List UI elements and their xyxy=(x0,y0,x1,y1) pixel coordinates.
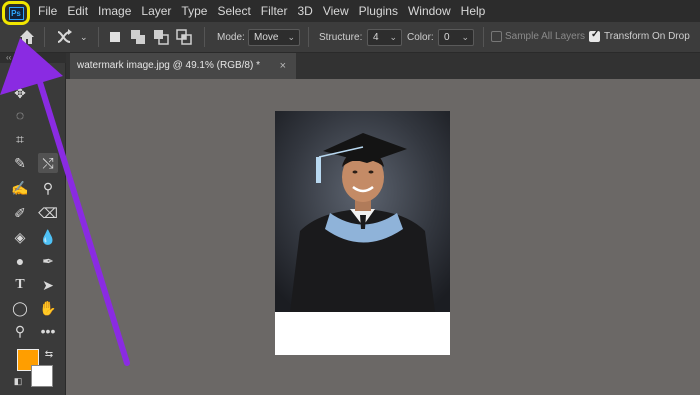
blur-tool-icon[interactable]: 💧 xyxy=(38,227,58,247)
menu-items: File Edit Image Layer Type Select Filter… xyxy=(33,3,490,19)
new-selection-icon[interactable] xyxy=(106,28,124,46)
move-tool-icon[interactable]: ✥ xyxy=(10,83,30,103)
menu-3d[interactable]: 3D xyxy=(292,3,317,19)
menu-view[interactable]: View xyxy=(318,3,354,19)
transform-on-drop-label: Transform On Drop xyxy=(604,31,690,42)
clone-stamp-tool-icon[interactable]: ⚲ xyxy=(38,178,58,198)
default-colors-icon[interactable]: ◧ xyxy=(12,375,24,387)
eyedropper-tool-icon[interactable]: ✎ xyxy=(10,153,30,173)
mode-select[interactable]: Move ⌄ xyxy=(248,29,300,46)
separator xyxy=(204,27,205,47)
separator xyxy=(44,27,45,47)
separator xyxy=(98,27,99,47)
separator xyxy=(483,27,484,47)
background-color-swatch[interactable] xyxy=(31,365,53,387)
crop-tool-icon[interactable]: ⌗ xyxy=(10,129,30,149)
brush-tool-icon[interactable]: ✍ xyxy=(10,178,30,198)
dodge-tool-icon[interactable]: ● xyxy=(10,251,30,271)
color-value: 0 xyxy=(444,32,450,43)
options-bar: ⌄ Mode: Move ⌄ Structure: 4 ⌄ Color: 0 ⌄ xyxy=(0,22,700,53)
menu-window[interactable]: Window xyxy=(403,3,456,19)
sample-all-layers-checkbox[interactable] xyxy=(491,31,502,42)
path-selection-tool-icon[interactable]: ➤ xyxy=(38,275,58,295)
menu-image[interactable]: Image xyxy=(93,3,136,19)
tools-panel: ‹‹ ✥ ◌ ⌗ ✎ ⤭ ✍ ⚲ ✐ ⌫ ◈ 💧 ● ✒ T ➤ ◯ ✋ ⚲ •… xyxy=(0,53,66,395)
document-canvas[interactable] xyxy=(275,111,450,355)
menu-edit[interactable]: Edit xyxy=(62,3,93,19)
transform-on-drop-checkbox[interactable] xyxy=(589,29,600,42)
eraser-tool-icon[interactable]: ⌫ xyxy=(38,203,58,223)
color-select[interactable]: 0 ⌄ xyxy=(438,29,474,46)
zoom-tool-icon[interactable]: ⚲ xyxy=(10,321,30,341)
type-tool-icon[interactable]: T xyxy=(10,275,30,295)
close-icon[interactable]: × xyxy=(280,53,286,79)
menu-type[interactable]: Type xyxy=(176,3,212,19)
document-tab-title: watermark image.jpg @ 49.1% (RGB/8) * xyxy=(77,60,260,71)
menu-plugins[interactable]: Plugins xyxy=(354,3,403,19)
chevron-down-icon: ⌄ xyxy=(461,32,469,42)
color-label: Color: xyxy=(407,32,434,43)
subtract-from-selection-icon[interactable] xyxy=(152,28,170,46)
add-to-selection-icon[interactable] xyxy=(129,28,147,46)
structure-select[interactable]: 4 ⌄ xyxy=(367,29,402,46)
home-icon[interactable] xyxy=(18,28,36,46)
paint-bucket-tool-icon[interactable]: ◈ xyxy=(10,227,30,247)
structure-label: Structure: xyxy=(319,32,363,43)
hand-tool-icon[interactable]: ✋ xyxy=(38,298,58,318)
menu-help[interactable]: Help xyxy=(456,3,491,19)
menu-filter[interactable]: Filter xyxy=(256,3,293,19)
structure-value: 4 xyxy=(373,32,379,43)
menu-layer[interactable]: Layer xyxy=(136,3,176,19)
ellipse-tool-icon[interactable]: ◯ xyxy=(10,298,30,318)
history-brush-tool-icon[interactable]: ✐ xyxy=(10,203,30,223)
document-tab-bar: watermark image.jpg @ 49.1% (RGB/8) * × xyxy=(66,53,700,79)
mode-value: Move xyxy=(254,32,279,43)
content-aware-move-tool-icon[interactable] xyxy=(56,28,74,46)
menu-bar: Ps File Edit Image Layer Type Select Fil… xyxy=(0,0,700,25)
chevron-down-icon: ⌄ xyxy=(389,32,397,42)
menu-file[interactable]: File xyxy=(33,3,62,19)
photoshop-logo-icon[interactable]: Ps xyxy=(8,6,24,20)
chevron-down-icon: ⌄ xyxy=(287,32,295,42)
sample-all-layers-label: Sample All Layers xyxy=(505,31,586,42)
graduate-portrait-photo xyxy=(275,111,450,312)
document-tab[interactable]: watermark image.jpg @ 49.1% (RGB/8) * × xyxy=(70,53,296,79)
collapse-panel-button[interactable]: ‹‹ xyxy=(0,53,66,63)
menu-select[interactable]: Select xyxy=(212,3,255,19)
separator xyxy=(308,27,309,47)
more-tools-icon[interactable]: ••• xyxy=(38,321,58,341)
content-aware-move-tool-icon[interactable]: ⤭ xyxy=(38,153,58,173)
mode-label: Mode: xyxy=(217,32,245,43)
tool-preset-chevron-icon[interactable]: ⌄ xyxy=(80,30,88,44)
lasso-tool-icon[interactable]: ◌ xyxy=(10,105,30,125)
pen-tool-icon[interactable]: ✒ xyxy=(38,251,58,271)
swap-colors-icon[interactable]: ⇆ xyxy=(42,347,56,361)
intersect-selection-icon[interactable] xyxy=(175,28,193,46)
logo-highlight-ring: Ps xyxy=(2,1,30,25)
